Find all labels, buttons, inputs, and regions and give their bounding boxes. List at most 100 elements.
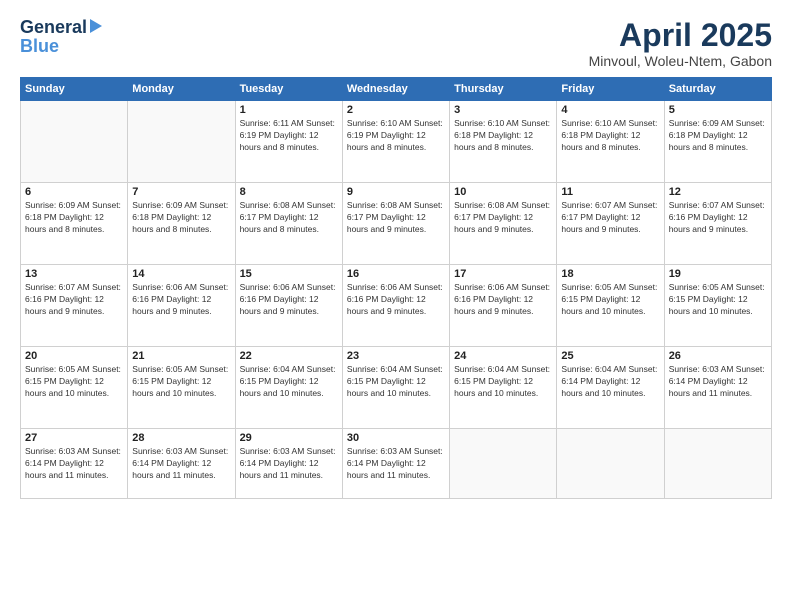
- day-detail: Sunrise: 6:09 AM Sunset: 6:18 PM Dayligh…: [25, 200, 123, 236]
- col-monday: Monday: [128, 78, 235, 101]
- day-detail: Sunrise: 6:04 AM Sunset: 6:15 PM Dayligh…: [240, 364, 338, 400]
- table-row: 7 Sunrise: 6:09 AM Sunset: 6:18 PM Daylig…: [128, 183, 235, 265]
- day-detail: Sunrise: 6:08 AM Sunset: 6:17 PM Dayligh…: [347, 200, 445, 236]
- table-row: 4 Sunrise: 6:10 AM Sunset: 6:18 PM Daylig…: [557, 101, 664, 183]
- day-detail: Sunrise: 6:03 AM Sunset: 6:14 PM Dayligh…: [669, 364, 767, 400]
- calendar-week-row: 1 Sunrise: 6:11 AM Sunset: 6:19 PM Daylig…: [21, 101, 772, 183]
- calendar-subtitle: Minvoul, Woleu-Ntem, Gabon: [589, 53, 772, 69]
- day-number: 8: [240, 186, 338, 198]
- day-number: 14: [132, 268, 230, 280]
- day-detail: Sunrise: 6:03 AM Sunset: 6:14 PM Dayligh…: [240, 446, 338, 482]
- day-detail: Sunrise: 6:08 AM Sunset: 6:17 PM Dayligh…: [454, 200, 552, 236]
- day-detail: Sunrise: 6:10 AM Sunset: 6:18 PM Dayligh…: [561, 118, 659, 154]
- day-detail: Sunrise: 6:06 AM Sunset: 6:16 PM Dayligh…: [454, 282, 552, 318]
- day-detail: Sunrise: 6:03 AM Sunset: 6:14 PM Dayligh…: [132, 446, 230, 482]
- day-number: 17: [454, 268, 552, 280]
- day-number: 15: [240, 268, 338, 280]
- day-number: 16: [347, 268, 445, 280]
- table-row: [128, 101, 235, 183]
- page: General Blue April 2025 Minvoul, Woleu-N…: [0, 0, 792, 612]
- logo: General Blue: [20, 18, 102, 57]
- table-row: 19 Sunrise: 6:05 AM Sunset: 6:15 PM Dayli…: [664, 265, 771, 347]
- day-detail: Sunrise: 6:07 AM Sunset: 6:16 PM Dayligh…: [669, 200, 767, 236]
- day-number: 19: [669, 268, 767, 280]
- day-detail: Sunrise: 6:05 AM Sunset: 6:15 PM Dayligh…: [669, 282, 767, 318]
- day-number: 10: [454, 186, 552, 198]
- table-row: 22Sunrise: 6:04 AM Sunset: 6:15 PM Dayli…: [235, 347, 342, 429]
- day-detail: Sunrise: 6:11 AM Sunset: 6:19 PM Dayligh…: [240, 118, 338, 154]
- day-detail: Sunrise: 6:06 AM Sunset: 6:16 PM Dayligh…: [347, 282, 445, 318]
- day-detail: Sunrise: 6:09 AM Sunset: 6:18 PM Dayligh…: [669, 118, 767, 154]
- day-detail: Sunrise: 6:05 AM Sunset: 6:15 PM Dayligh…: [561, 282, 659, 318]
- table-row: 23 Sunrise: 6:04 AM Sunset: 6:15 PM Dayli…: [342, 347, 449, 429]
- table-row: [557, 429, 664, 499]
- day-number: 3: [454, 104, 552, 116]
- day-number: 20: [25, 350, 123, 362]
- table-row: 10 Sunrise: 6:08 AM Sunset: 6:17 PM Dayli…: [450, 183, 557, 265]
- day-number: 24: [454, 350, 552, 362]
- table-row: 1 Sunrise: 6:11 AM Sunset: 6:19 PM Daylig…: [235, 101, 342, 183]
- calendar-table: Sunday Monday Tuesday Wednesday Thursday…: [20, 77, 772, 499]
- table-row: 13 Sunrise: 6:07 AM Sunset: 6:16 PM Dayli…: [21, 265, 128, 347]
- table-row: 5Sunrise: 6:09 AM Sunset: 6:18 PM Daylig…: [664, 101, 771, 183]
- table-row: 8 Sunrise: 6:08 AM Sunset: 6:17 PM Daylig…: [235, 183, 342, 265]
- day-number: 28: [132, 432, 230, 444]
- table-row: 27Sunrise: 6:03 AM Sunset: 6:14 PM Dayli…: [21, 429, 128, 499]
- day-detail: Sunrise: 6:09 AM Sunset: 6:18 PM Dayligh…: [132, 200, 230, 236]
- day-number: 18: [561, 268, 659, 280]
- col-saturday: Saturday: [664, 78, 771, 101]
- day-detail: Sunrise: 6:10 AM Sunset: 6:18 PM Dayligh…: [454, 118, 552, 154]
- table-row: 26 Sunrise: 6:03 AM Sunset: 6:14 PM Dayli…: [664, 347, 771, 429]
- table-row: 16 Sunrise: 6:06 AM Sunset: 6:16 PM Dayli…: [342, 265, 449, 347]
- day-detail: Sunrise: 6:07 AM Sunset: 6:16 PM Dayligh…: [25, 282, 123, 318]
- table-row: 2 Sunrise: 6:10 AM Sunset: 6:19 PM Daylig…: [342, 101, 449, 183]
- day-detail: Sunrise: 6:06 AM Sunset: 6:16 PM Dayligh…: [132, 282, 230, 318]
- table-row: 18 Sunrise: 6:05 AM Sunset: 6:15 PM Dayli…: [557, 265, 664, 347]
- col-sunday: Sunday: [21, 78, 128, 101]
- table-row: 6 Sunrise: 6:09 AM Sunset: 6:18 PM Daylig…: [21, 183, 128, 265]
- calendar-week-row: 6 Sunrise: 6:09 AM Sunset: 6:18 PM Daylig…: [21, 183, 772, 265]
- day-detail: Sunrise: 6:10 AM Sunset: 6:19 PM Dayligh…: [347, 118, 445, 154]
- day-number: 9: [347, 186, 445, 198]
- calendar-header-row: Sunday Monday Tuesday Wednesday Thursday…: [21, 78, 772, 101]
- table-row: 21Sunrise: 6:05 AM Sunset: 6:15 PM Dayli…: [128, 347, 235, 429]
- day-detail: Sunrise: 6:07 AM Sunset: 6:17 PM Dayligh…: [561, 200, 659, 236]
- day-detail: Sunrise: 6:04 AM Sunset: 6:15 PM Dayligh…: [347, 364, 445, 400]
- calendar-week-row: 27 Sunrise: 6:03 AM Sunset: 6:14 PM Dayli…: [21, 429, 772, 499]
- day-number: 12: [669, 186, 767, 198]
- col-wednesday: Wednesday: [342, 78, 449, 101]
- day-number: 23: [347, 350, 445, 362]
- day-detail: Sunrise: 6:04 AM Sunset: 6:14 PM Dayligh…: [561, 364, 659, 400]
- table-row: 24 Sunrise: 6:04 AM Sunset: 6:15 PM Dayli…: [450, 347, 557, 429]
- table-row: 11 Sunrise: 6:07 AM Sunset: 6:17 PM Dayli…: [557, 183, 664, 265]
- day-number: 1: [240, 104, 338, 116]
- day-number: 13: [25, 268, 123, 280]
- day-number: 11: [561, 186, 659, 198]
- table-row: [21, 101, 128, 183]
- day-number: 4: [561, 104, 659, 116]
- table-row: 15 Sunrise: 6:06 AM Sunset: 6:16 PM Dayli…: [235, 265, 342, 347]
- table-row: 14 Sunrise: 6:06 AM Sunset: 6:16 PM Dayli…: [128, 265, 235, 347]
- logo-blue: Blue: [20, 36, 59, 56]
- day-number: 6: [25, 186, 123, 198]
- day-number: 29: [240, 432, 338, 444]
- day-detail: Sunrise: 6:05 AM Sunset: 6:15 PM Dayligh…: [25, 364, 123, 400]
- logo-general: General: [20, 18, 87, 36]
- col-friday: Friday: [557, 78, 664, 101]
- table-row: 12 Sunrise: 6:07 AM Sunset: 6:16 PM Dayli…: [664, 183, 771, 265]
- calendar-title: April 2025: [589, 18, 772, 53]
- day-number: 7: [132, 186, 230, 198]
- calendar-week-row: 20 Sunrise: 6:05 AM Sunset: 6:15 PM Dayli…: [21, 347, 772, 429]
- logo-text: General: [20, 18, 102, 36]
- table-row: [664, 429, 771, 499]
- day-number: 27: [25, 432, 123, 444]
- day-number: 26: [669, 350, 767, 362]
- day-number: 2: [347, 104, 445, 116]
- day-number: 21: [132, 350, 230, 362]
- day-detail: Sunrise: 6:04 AM Sunset: 6:15 PM Dayligh…: [454, 364, 552, 400]
- day-detail: Sunrise: 6:08 AM Sunset: 6:17 PM Dayligh…: [240, 200, 338, 236]
- day-detail: Sunrise: 6:06 AM Sunset: 6:16 PM Dayligh…: [240, 282, 338, 318]
- table-row: 30Sunrise: 6:03 AM Sunset: 6:14 PM Dayli…: [342, 429, 449, 499]
- table-row: [450, 429, 557, 499]
- col-tuesday: Tuesday: [235, 78, 342, 101]
